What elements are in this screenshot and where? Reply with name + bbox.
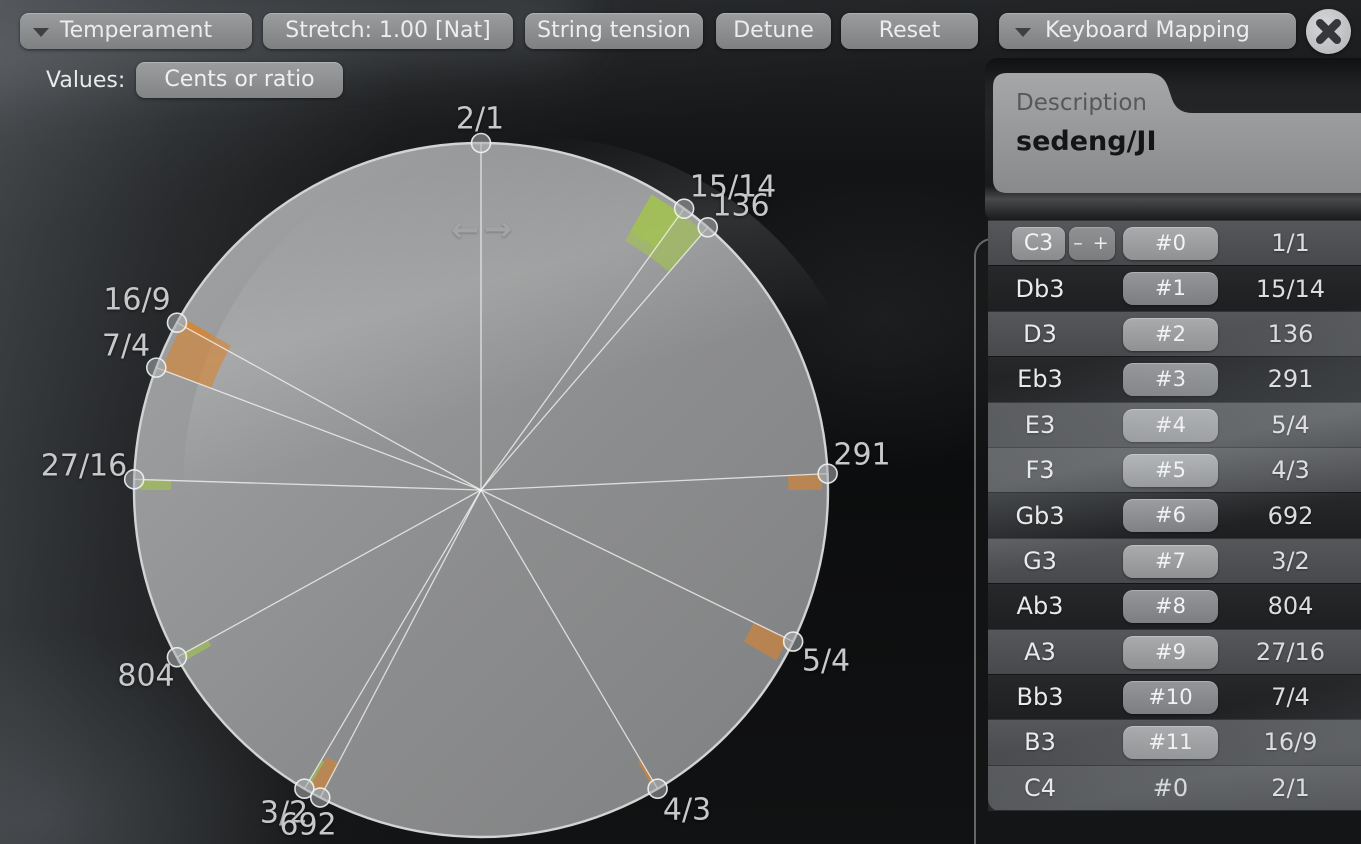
degree-index-button[interactable]: #0 bbox=[1123, 227, 1218, 260]
tuning-value[interactable]: 15/14 bbox=[1228, 266, 1353, 310]
note-name: Db3 bbox=[988, 266, 1092, 310]
note-name: G3 bbox=[988, 539, 1092, 583]
tuning-value[interactable]: 804 bbox=[1228, 584, 1353, 628]
tuning-value[interactable]: 291 bbox=[1228, 357, 1353, 401]
mapping-row-D3[interactable]: D3 #2 136 bbox=[988, 311, 1361, 356]
octave-minus-plus-button[interactable]: – + bbox=[1069, 227, 1115, 260]
note-name: E3 bbox=[988, 403, 1092, 447]
tuning-value[interactable]: 27/16 bbox=[1228, 630, 1353, 674]
tuning-value[interactable]: 3/2 bbox=[1228, 539, 1353, 583]
tuning-value[interactable]: 692 bbox=[1228, 493, 1353, 537]
note-name: Eb3 bbox=[988, 357, 1092, 401]
mapping-row-Gb3[interactable]: Gb3 #6 692 bbox=[988, 492, 1361, 537]
degree-index-button[interactable]: #7 bbox=[1123, 545, 1218, 578]
degree-index-button[interactable]: #11 bbox=[1123, 726, 1218, 759]
degree-index-button[interactable]: #8 bbox=[1123, 590, 1218, 623]
tuning-value[interactable]: 7/4 bbox=[1228, 675, 1353, 719]
keyboard-mapping-table: C3– +#01/1Db3#115/14D3#2136Eb3#3291E3#45… bbox=[988, 220, 1361, 811]
degree-index-button[interactable]: #1 bbox=[1123, 272, 1218, 305]
note-name: A3 bbox=[988, 630, 1092, 674]
mapping-row-Eb3[interactable]: Eb3 #3 291 bbox=[988, 356, 1361, 401]
degree-index-button[interactable]: #2 bbox=[1123, 318, 1218, 351]
mapping-row-Db3[interactable]: Db3 #1 15/14 bbox=[988, 265, 1361, 310]
degree-index-button[interactable]: #5 bbox=[1123, 454, 1218, 487]
tuning-value[interactable]: 1/1 bbox=[1228, 221, 1353, 265]
degree-index-button[interactable]: #9 bbox=[1123, 636, 1218, 669]
degree-index-button[interactable]: #6 bbox=[1123, 499, 1218, 532]
mapping-row-F3[interactable]: F3 #5 4/3 bbox=[988, 447, 1361, 492]
description-tab-label: Description bbox=[1016, 90, 1147, 116]
note-name: Bb3 bbox=[988, 675, 1092, 719]
note-button-C3[interactable]: C3 bbox=[1012, 227, 1065, 260]
mapping-row-C3[interactable]: C3– +#0 1/1 bbox=[988, 220, 1361, 265]
note-name: F3 bbox=[988, 448, 1092, 492]
mapping-row-A3[interactable]: A3 #9 27/16 bbox=[988, 629, 1361, 674]
mapping-row-B3[interactable]: B3 #11 16/9 bbox=[988, 719, 1361, 764]
degree-index-button[interactable]: #10 bbox=[1123, 681, 1218, 714]
tuning-editor-window: Temperament Stretch: 1.00 [Nat] String t… bbox=[0, 0, 1361, 844]
tuning-value[interactable]: 2/1 bbox=[1228, 766, 1353, 810]
note-name: D3 bbox=[988, 312, 1092, 356]
tuning-value[interactable]: 5/4 bbox=[1228, 403, 1353, 447]
degree-index-button[interactable]: #4 bbox=[1123, 409, 1218, 442]
mapping-row-E3[interactable]: E3 #4 5/4 bbox=[988, 402, 1361, 447]
note-name: B3 bbox=[988, 720, 1092, 764]
mapping-row-C4[interactable]: C4 #02/1 bbox=[988, 765, 1361, 810]
degree-index-button[interactable]: #3 bbox=[1123, 363, 1218, 396]
tuning-value[interactable]: 136 bbox=[1228, 312, 1353, 356]
tuning-value[interactable]: 16/9 bbox=[1228, 720, 1353, 764]
mapping-row-Ab3[interactable]: Ab3 #8 804 bbox=[988, 583, 1361, 628]
mapping-row-G3[interactable]: G3 #7 3/2 bbox=[988, 538, 1361, 583]
tuning-value[interactable]: 4/3 bbox=[1228, 448, 1353, 492]
note-name: C4 bbox=[988, 766, 1092, 810]
degree-index-label: #0 bbox=[1123, 766, 1218, 810]
note-name: Ab3 bbox=[988, 584, 1092, 628]
description-text[interactable]: sedeng/JI bbox=[1016, 126, 1157, 157]
mapping-row-Bb3[interactable]: Bb3 #10 7/4 bbox=[988, 674, 1361, 719]
note-name: Gb3 bbox=[988, 493, 1092, 537]
